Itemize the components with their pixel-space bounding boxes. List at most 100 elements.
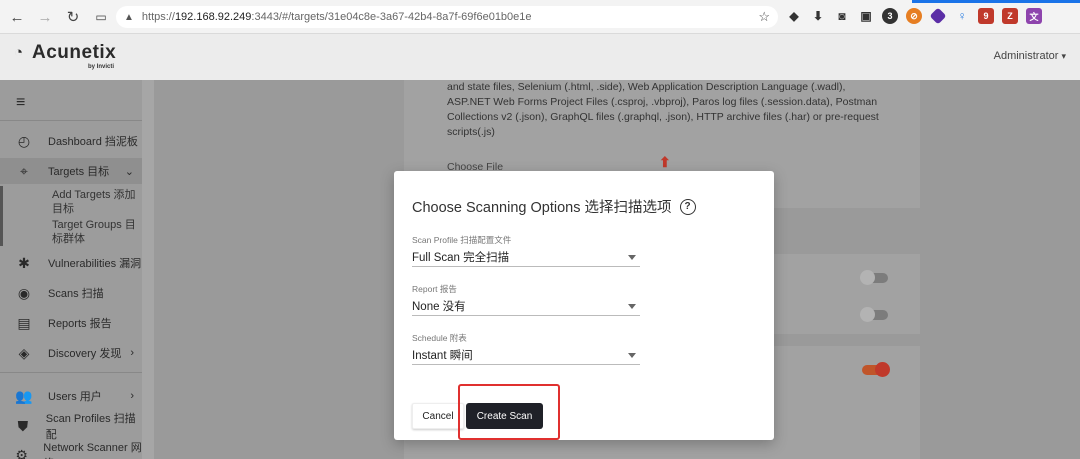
user-menu[interactable]: Administrator ▾ bbox=[994, 50, 1066, 62]
network-icon: ⚙ bbox=[15, 446, 28, 459]
help-glyph: ? bbox=[684, 201, 691, 212]
dropdown-arrow-icon bbox=[628, 353, 636, 358]
chevron-right-icon: › bbox=[130, 390, 134, 402]
setting-toggle-3[interactable] bbox=[862, 362, 890, 377]
ext-badge: 9 bbox=[983, 11, 989, 21]
browser-toolbar: ← → ↻ ▭ ▲ https://192.168.92.249:3443/#/… bbox=[0, 0, 1080, 34]
sidebar-item-network-scanner[interactable]: ⚙ Network Scanner 网络 bbox=[0, 442, 142, 459]
dropdown-arrow-icon bbox=[628, 255, 636, 260]
scan-profile-value[interactable]: Full Scan 完全扫描 bbox=[412, 249, 640, 267]
report-value[interactable]: None 没有 bbox=[412, 298, 640, 316]
sidebar-item-label: Discovery 发现 bbox=[48, 348, 122, 360]
logo[interactable]: ◔ Acunetix bbox=[14, 42, 116, 64]
sidebar-item-label: Dashboard 挡泥板 bbox=[48, 136, 138, 148]
schedule-value[interactable]: Instant 瞬间 bbox=[412, 347, 640, 365]
ext-icon-8[interactable]: ♀ bbox=[954, 8, 970, 24]
users-icon: 👥 bbox=[15, 387, 33, 404]
download-icon[interactable]: ⬇ bbox=[810, 8, 826, 24]
ext-icon-6[interactable]: ⊘ bbox=[906, 8, 922, 24]
toggle-knob bbox=[860, 307, 875, 322]
hamburger-menu-icon[interactable]: ≡ bbox=[16, 94, 25, 112]
back-icon[interactable]: ← bbox=[4, 4, 30, 30]
bookmark-star-icon[interactable]: ☆ bbox=[758, 9, 770, 25]
sidebar-item-label: Reports 报告 bbox=[48, 318, 112, 330]
report-document-icon: ▤ bbox=[17, 314, 31, 331]
report-label: Report 报告 bbox=[412, 284, 457, 294]
sidebar-edge bbox=[142, 80, 154, 459]
shield-icon: ⛊ bbox=[17, 417, 29, 434]
dialog-title: Choose Scanning Options 选择扫描选项 ? bbox=[412, 196, 696, 217]
schedule-label: Schedule 附表 bbox=[412, 333, 467, 343]
sidebar-item-label: Vulnerabilities 漏洞 bbox=[48, 258, 142, 270]
chevron-down-icon: ⌄ bbox=[124, 165, 134, 178]
sidebar-item-users[interactable]: 👥 Users 用户 › bbox=[0, 383, 142, 409]
sidebar-divider bbox=[0, 120, 142, 121]
dashboard-gauge-icon: ◴ bbox=[17, 132, 31, 149]
scan-profile-selected: Full Scan 完全扫描 bbox=[412, 252, 510, 264]
sidebar-item-discovery[interactable]: ◈ Discovery 发现 › bbox=[0, 340, 142, 366]
schedule-select[interactable]: Schedule 附表 Instant 瞬间 bbox=[412, 332, 640, 365]
sidebar-item-label: Users 用户 bbox=[48, 391, 102, 403]
ext-icon-4[interactable]: ▣ bbox=[858, 8, 874, 24]
annotation-highlight-box bbox=[458, 384, 560, 440]
tab-indicator bbox=[912, 0, 1080, 3]
url-prefix: https:// bbox=[141, 11, 175, 23]
scan-profile-label: Scan Profile 扫描配置文件 bbox=[412, 235, 512, 245]
bug-icon: ✱ bbox=[18, 254, 30, 271]
camera-icon[interactable]: ◙ bbox=[834, 8, 850, 24]
ext-icon-5[interactable]: 3 bbox=[882, 8, 898, 24]
upload-icon[interactable]: ⬆ bbox=[659, 154, 671, 171]
toggle-knob bbox=[875, 362, 890, 377]
supported-file-types-text: and state files, Selenium (.html, .side)… bbox=[447, 81, 879, 138]
sidebar-item-label: Network Scanner 网络 bbox=[43, 442, 142, 459]
help-icon[interactable]: ? bbox=[679, 198, 696, 215]
ext-icon-9[interactable]: 9 bbox=[978, 8, 994, 24]
scan-options-dialog: Choose Scanning Options 选择扫描选项 ? Scan Pr… bbox=[394, 171, 774, 440]
app-header: ◔ Acunetix by Invicti Administrator ▾ bbox=[0, 34, 1080, 80]
reader-mode-icon[interactable]: ▭ bbox=[88, 4, 114, 30]
cancel-button[interactable]: Cancel bbox=[412, 403, 464, 429]
ext-icon-7[interactable] bbox=[929, 7, 947, 25]
radar-icon: ◉ bbox=[17, 284, 31, 301]
dropdown-arrow-icon bbox=[628, 304, 636, 309]
sidebar-item-label: Scan Profiles 扫描配 bbox=[45, 413, 136, 441]
address-bar[interactable]: ▲ https://192.168.92.249:3443/#/targets/… bbox=[116, 6, 778, 28]
sidebar-item-dashboard[interactable]: ◴ Dashboard 挡泥板 bbox=[0, 128, 142, 154]
extensions-row: ◆ ⬇ ◙ ▣ 3 ⊘ ♀ 9 Z 文 bbox=[786, 7, 1042, 25]
dialog-title-text: Choose Scanning Options 选择扫描选项 bbox=[412, 200, 672, 216]
forward-icon[interactable]: → bbox=[32, 4, 58, 30]
sidebar-item-label: Targets 目标 bbox=[48, 166, 110, 178]
logo-text: Acunetix bbox=[32, 42, 117, 63]
ext-icon-11[interactable]: 文 bbox=[1026, 8, 1042, 24]
acunetix-logo-icon: ◔ bbox=[14, 44, 24, 61]
chevron-right-icon: › bbox=[130, 347, 134, 359]
active-indicator bbox=[0, 186, 3, 246]
chevron-down-icon: ▾ bbox=[1061, 51, 1066, 61]
sidebar-item-vulnerabilities[interactable]: ✱ Vulnerabilities 漏洞 bbox=[0, 250, 142, 276]
sidebar-item-scans[interactable]: ◉ Scans 扫描 bbox=[0, 280, 142, 306]
scan-profile-select[interactable]: Scan Profile 扫描配置文件 Full Scan 完全扫描 bbox=[412, 234, 640, 267]
schedule-selected: Instant 瞬间 bbox=[412, 350, 473, 362]
sidebar-item-reports[interactable]: ▤ Reports 报告 bbox=[0, 310, 142, 336]
setting-toggle-2[interactable] bbox=[860, 307, 888, 322]
toggle-knob bbox=[860, 270, 875, 285]
sidebar-divider bbox=[0, 372, 142, 373]
ext-icon-10[interactable]: Z bbox=[1002, 8, 1018, 24]
sidebar-item-targets[interactable]: ⌖ Targets 目标 ⌄ bbox=[0, 158, 142, 184]
not-secure-icon[interactable]: ▲ bbox=[124, 12, 134, 23]
ext-icon-1[interactable]: ◆ bbox=[786, 8, 802, 24]
setting-toggle-1[interactable] bbox=[860, 270, 888, 285]
logo-subtitle: by Invicti bbox=[88, 64, 115, 70]
report-selected: None 没有 bbox=[412, 301, 466, 313]
compass-icon: ◈ bbox=[18, 344, 30, 361]
reload-icon[interactable]: ↻ bbox=[60, 4, 86, 30]
user-name: Administrator bbox=[993, 50, 1059, 62]
sidebar-subitem-add-targets[interactable]: Add Targets 添加目标 bbox=[52, 188, 140, 216]
target-crosshair-icon: ⌖ bbox=[20, 162, 28, 179]
sidebar-subitem-target-groups[interactable]: Target Groups 目标群体 bbox=[52, 218, 140, 246]
url-host: 192.168.92.249 bbox=[174, 11, 252, 23]
url-path: :3443/#/targets/31e04c8e-3a67-42b4-8a7f-… bbox=[251, 11, 532, 23]
sidebar-item-label: Scans 扫描 bbox=[48, 288, 104, 300]
sidebar-item-scan-profiles[interactable]: ⛊ Scan Profiles 扫描配 bbox=[0, 413, 142, 441]
report-select[interactable]: Report 报告 None 没有 bbox=[412, 283, 640, 316]
